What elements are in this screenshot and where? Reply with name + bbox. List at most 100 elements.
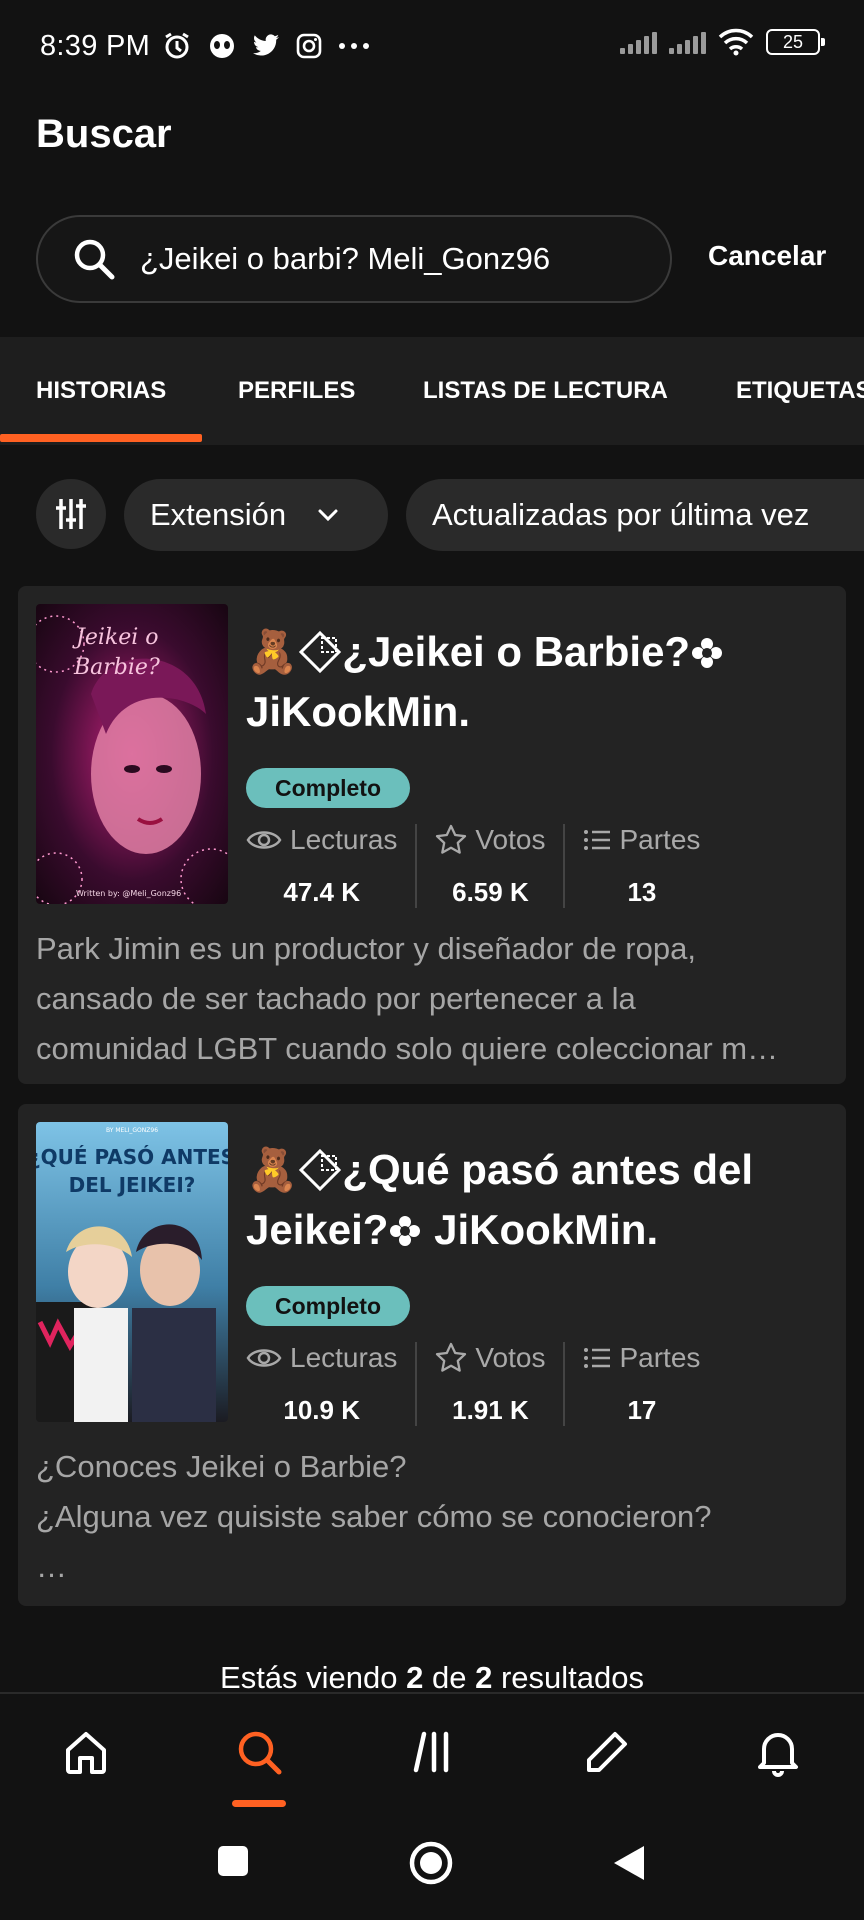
cover-title-line1: ¿QUÉ PASÓ ANTES [36,1145,228,1169]
story-title[interactable]: 🧸 ¿Qué pasó antes del Jeikei? JiKookMin. [246,1140,806,1260]
signal-icon [669,30,706,54]
chevron-down-icon [318,509,338,522]
story-title-line1: ¿Jeikei o Barbie? [342,628,691,675]
bottom-navigation [0,1692,864,1808]
votes-value: 6.59 K [452,877,529,907]
status-right: 25 [620,28,825,56]
votes-value: 1.91 K [452,1395,529,1425]
tab-etiquetas[interactable]: ETIQUETAS [736,337,864,445]
votes-label: Votos [475,1342,546,1373]
eye-icon [246,831,282,849]
list-icon [584,1348,611,1368]
home-icon [66,1732,106,1774]
story-card[interactable]: Jeikei o Barbie? Written by: @Meli_Gonz9… [18,586,846,1084]
story-stats: Lecturas 47.4 K Votos 6.59 K Partes 13 [246,824,718,908]
search-field[interactable] [36,215,672,303]
system-navigation [0,1810,864,1920]
nav-library[interactable] [394,1716,474,1788]
back-icon[interactable] [612,1844,646,1882]
library-icon [413,1731,449,1773]
parts-stat: Partes 17 [563,1342,718,1426]
reads-label: Lecturas [290,1342,398,1373]
cover-author: BY MELI_GONZ96 [106,1127,158,1134]
sliders-icon [56,499,86,529]
parts-stat: Partes 13 [563,824,718,908]
cover-title-line2: DEL JEIKEI? [69,1173,196,1197]
tab-historias[interactable]: HISTORIAS [36,337,166,445]
story-card[interactable]: BY MELI_GONZ96 ¿QUÉ PASÓ ANTES DEL JEIKE… [18,1104,846,1606]
signal-icon [620,30,657,54]
nav-search[interactable] [219,1716,299,1788]
story-description: Park Jimin es un productor y diseñador d… [36,924,836,1074]
instagram-icon [296,33,322,59]
status-time: 8:39 PM [40,29,151,62]
nav-home[interactable] [46,1716,126,1788]
bell-icon [758,1733,798,1777]
list-icon [584,830,611,850]
nav-write[interactable] [567,1716,647,1788]
nav-active-indicator [232,1800,286,1807]
battery-level: 25 [782,31,804,52]
alien-icon [210,34,235,58]
search-input[interactable] [140,241,660,277]
flower-icon [692,638,723,668]
pencil-icon [587,1732,627,1772]
updated-filter-label: Actualizadas por última vez [432,497,810,532]
status-badge: Completo [246,768,410,808]
story-cover[interactable]: Jeikei o Barbie? Written by: @Meli_Gonz9… [36,604,228,904]
description-line: ¿Conoces Jeikei o Barbie? [36,1449,407,1484]
cover-image: BY MELI_GONZ96 ¿QUÉ PASÓ ANTES DEL JEIKE… [36,1122,228,1422]
results-count: Estás viendo 2 de 2 resultados [220,1660,644,1695]
votes-stat: Votos 1.91 K [415,1342,563,1426]
eye-icon [246,1349,282,1367]
star-icon [436,824,467,854]
diamond-icon [299,630,342,674]
bear-emoji-icon: 🧸 [246,1146,299,1193]
length-filter-label: Extensión [150,497,287,532]
cover-image: Jeikei o Barbie? Written by: @Meli_Gonz9… [36,604,228,904]
tab-perfiles[interactable]: PERFILES [238,337,355,445]
reads-stat: Lecturas 10.9 K [246,1342,415,1426]
status-bar: 8:39 PM 25 [0,0,864,92]
cancel-button[interactable]: Cancelar [708,240,826,272]
story-title-line2: Jeikei? [246,1206,389,1253]
reads-label: Lecturas [290,824,398,855]
page-title: Buscar [36,112,172,156]
square-icon[interactable] [216,1844,250,1878]
story-title-line2-suffix: JiKookMin. [434,1206,659,1253]
votes-label: Votos [475,824,546,855]
nav-notifications[interactable] [738,1716,818,1788]
story-title[interactable]: 🧸 ¿Jeikei o Barbie? JiKookMin. [246,622,806,742]
circle-icon[interactable] [408,1840,454,1886]
cover-credit: Written by: @Meli_Gonz96 [76,889,181,898]
filter-button[interactable] [36,479,106,549]
bear-emoji-icon: 🧸 [246,628,299,675]
parts-value: 17 [627,1395,657,1425]
tab-listas-de-lectura[interactable]: LISTAS DE LECTURA [423,337,668,445]
status-badge: Completo [246,1286,410,1326]
alarm-icon [165,32,189,59]
story-cover[interactable]: BY MELI_GONZ96 ¿QUÉ PASÓ ANTES DEL JEIKE… [36,1122,228,1422]
search-tabs: HISTORIAS PERFILES LISTAS DE LECTURA ETI… [0,337,864,445]
reads-stat: Lecturas 47.4 K [246,824,415,908]
updated-filter[interactable]: Actualizadas por última vez [406,479,864,551]
notification-icons [162,31,370,61]
wifi-icon [718,28,754,56]
description-line: comunidad LGBT cuando solo quiere colecc… [36,1031,779,1066]
search-icon [74,239,115,280]
more-icon [339,43,370,49]
flower-icon [390,1216,421,1246]
diamond-icon [299,1148,342,1192]
cover-title-line1: Jeikei o [72,625,159,650]
length-filter[interactable]: Extensión [124,479,388,551]
description-line: ¿Alguna vez quisiste saber cómo se conoc… [36,1499,712,1534]
reads-value: 10.9 K [283,1395,360,1425]
story-title-line1: ¿Qué pasó antes del [342,1146,754,1193]
description-line: … [36,1549,67,1584]
results-shown: 2 [406,1660,424,1695]
parts-value: 13 [627,877,657,907]
story-title-line2: JiKookMin. [246,688,471,735]
description-line: cansado de ser tachado por pertenecer a … [36,981,636,1016]
parts-label: Partes [619,1342,701,1373]
description-line: Park Jimin es un productor y diseñador d… [36,931,696,966]
